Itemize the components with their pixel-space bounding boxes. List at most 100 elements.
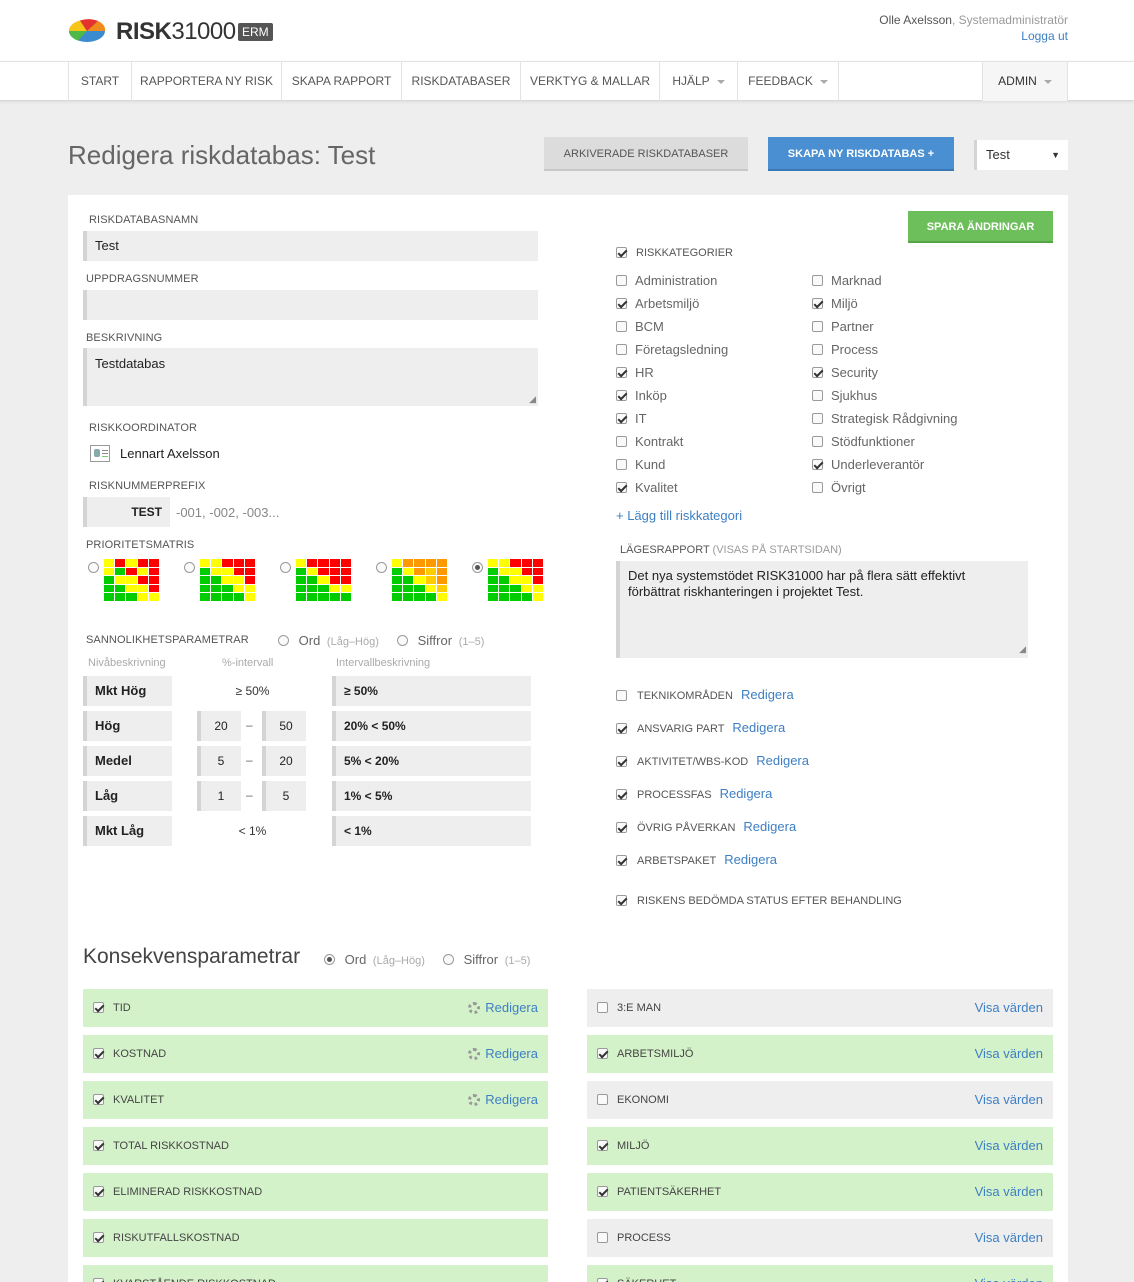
logout-link[interactable]: Logga ut bbox=[1021, 29, 1068, 43]
edit-link[interactable]: Redigera bbox=[724, 852, 777, 867]
category-bcm[interactable]: BCM bbox=[616, 319, 664, 334]
option-5[interactable]: ÖVRIG PÅVERKAN Redigera bbox=[616, 819, 796, 834]
database-select[interactable]: Test ▼ bbox=[974, 140, 1068, 170]
consequence-right-3[interactable]: EKONOMI Visa värden bbox=[587, 1081, 1053, 1119]
option-6[interactable]: ARBETSPAKET Redigera bbox=[616, 852, 777, 867]
nav-admin[interactable]: ADMIN bbox=[982, 62, 1068, 101]
priority-matrix-1[interactable] bbox=[104, 559, 159, 601]
edit-link[interactable]: Redigera bbox=[468, 989, 538, 1027]
category-kund[interactable]: Kund bbox=[616, 457, 665, 472]
probability-level-3[interactable]: Medel bbox=[83, 746, 172, 776]
consequence-left-5[interactable]: ELIMINERAD RISKKOSTNAD bbox=[83, 1173, 548, 1211]
logo[interactable]: RISK31000 ERM bbox=[68, 17, 278, 45]
show-values-link[interactable]: Visa värden bbox=[975, 1035, 1043, 1073]
category-företagsledning[interactable]: Företagsledning bbox=[616, 342, 728, 357]
category-arbetsmiljö[interactable]: Arbetsmiljö bbox=[616, 296, 699, 311]
priority-matrix-3[interactable] bbox=[296, 559, 351, 601]
option-7[interactable]: RISKENS BEDÖMDA STATUS EFTER BEHANDLING bbox=[616, 894, 902, 907]
show-values-link[interactable]: Visa värden bbox=[975, 1173, 1043, 1211]
matrix-radio-4[interactable] bbox=[376, 562, 387, 573]
consequence-numbers-option[interactable]: Siffror (1–5) bbox=[443, 952, 530, 967]
matrix-radio-5[interactable] bbox=[472, 562, 483, 573]
category-underleverantör[interactable]: Underleverantör bbox=[812, 457, 924, 472]
consequence-right-1[interactable]: 3:E MAN Visa värden bbox=[587, 989, 1053, 1027]
probability-to-input[interactable]: 20 bbox=[262, 746, 306, 776]
category-security[interactable]: Security bbox=[812, 365, 878, 380]
category-miljö[interactable]: Miljö bbox=[812, 296, 858, 311]
probability-interval-input[interactable]: 20% < 50% bbox=[332, 711, 531, 741]
matrix-radio-1[interactable] bbox=[88, 562, 99, 573]
edit-link[interactable]: Redigera bbox=[756, 753, 809, 768]
category-stödfunktioner[interactable]: Stödfunktioner bbox=[812, 434, 915, 449]
consequence-left-6[interactable]: RISKUTFALLSKOSTNAD bbox=[83, 1219, 548, 1257]
nav-risk-databases[interactable]: RISKDATABASER bbox=[402, 62, 521, 101]
matrix-radio-3[interactable] bbox=[280, 562, 291, 573]
option-1[interactable]: TEKNIKOMRÅDEN Redigera bbox=[616, 687, 794, 702]
nav-report-risk[interactable]: RAPPORTERA NY RISK bbox=[132, 62, 282, 101]
category-it[interactable]: IT bbox=[616, 411, 647, 426]
show-values-link[interactable]: Visa värden bbox=[975, 1219, 1043, 1257]
show-values-link[interactable]: Visa värden bbox=[975, 1127, 1043, 1165]
option-4[interactable]: PROCESSFAS Redigera bbox=[616, 786, 772, 801]
probability-from-input[interactable]: 5 bbox=[197, 746, 241, 776]
edit-link[interactable]: Redigera bbox=[468, 1035, 538, 1073]
nav-feedback[interactable]: FEEDBACK bbox=[738, 62, 839, 101]
consequence-words-option[interactable]: Ord (Låg–Hög) bbox=[324, 952, 425, 967]
matrix-radio-2[interactable] bbox=[184, 562, 195, 573]
probability-level-2[interactable]: Hög bbox=[83, 711, 172, 741]
probability-level-4[interactable]: Låg bbox=[83, 781, 172, 811]
category-strategisk-rådgivning[interactable]: Strategisk Rådgivning bbox=[812, 411, 957, 426]
edit-link[interactable]: Redigera bbox=[732, 720, 785, 735]
category-sjukhus[interactable]: Sjukhus bbox=[812, 388, 877, 403]
risk-coordinator-value[interactable]: Lennart Axelsson bbox=[120, 446, 220, 461]
probability-interval-input[interactable]: < 1% bbox=[332, 816, 531, 846]
nav-tools-templates[interactable]: VERKTYG & MALLAR bbox=[521, 62, 660, 101]
assignment-number-input[interactable] bbox=[83, 290, 538, 320]
database-name-input[interactable]: Test bbox=[83, 231, 538, 261]
archived-databases-button[interactable]: ARKIVERADE RISKDATABASER bbox=[544, 137, 748, 171]
probability-words-option[interactable]: Ord (Låg–Hög) bbox=[278, 633, 379, 648]
consequence-left-4[interactable]: TOTAL RISKKOSTNAD bbox=[83, 1127, 548, 1165]
edit-link[interactable]: Redigera bbox=[743, 819, 796, 834]
description-textarea[interactable]: Testdatabas ◢ bbox=[83, 348, 538, 406]
show-values-link[interactable]: Visa värden bbox=[975, 1265, 1043, 1282]
probability-interval-input[interactable]: 1% < 5% bbox=[332, 781, 531, 811]
category-marknad[interactable]: Marknad bbox=[812, 273, 882, 288]
option-3[interactable]: AKTIVITET/WBS-KOD Redigera bbox=[616, 753, 809, 768]
probability-numbers-option[interactable]: Siffror (1–5) bbox=[397, 633, 484, 648]
consequence-right-2[interactable]: ARBETSMILJÖ Visa värden bbox=[587, 1035, 1053, 1073]
consequence-left-2[interactable]: KOSTNAD Redigera bbox=[83, 1035, 548, 1073]
probability-level-5[interactable]: Mkt Låg bbox=[83, 816, 172, 846]
consequence-right-4[interactable]: MILJÖ Visa värden bbox=[587, 1127, 1053, 1165]
consequence-left-1[interactable]: TID Redigera bbox=[83, 989, 548, 1027]
consequence-right-5[interactable]: PATIENTSÄKERHET Visa värden bbox=[587, 1173, 1053, 1211]
nav-help[interactable]: HJÄLP bbox=[660, 62, 738, 101]
probability-to-input[interactable]: 50 bbox=[262, 711, 306, 741]
nav-start[interactable]: START bbox=[68, 62, 132, 101]
probability-from-input[interactable]: 1 bbox=[197, 781, 241, 811]
add-risk-category-link[interactable]: + Lägg till riskkategori bbox=[616, 508, 742, 523]
edit-link[interactable]: Redigera bbox=[468, 1081, 538, 1119]
category-process[interactable]: Process bbox=[812, 342, 878, 357]
probability-from-input[interactable]: 20 bbox=[197, 711, 241, 741]
show-values-link[interactable]: Visa värden bbox=[975, 1081, 1043, 1119]
risk-categories-header[interactable]: RISKKATEGORIER bbox=[616, 246, 733, 259]
option-2[interactable]: ANSVARIG PART Redigera bbox=[616, 720, 785, 735]
category-inköp[interactable]: Inköp bbox=[616, 388, 667, 403]
priority-matrix-2[interactable] bbox=[200, 559, 255, 601]
probability-interval-input[interactable]: ≥ 50% bbox=[332, 676, 531, 706]
nav-create-report[interactable]: SKAPA RAPPORT bbox=[282, 62, 402, 101]
category-hr[interactable]: HR bbox=[616, 365, 654, 380]
edit-link[interactable]: Redigera bbox=[741, 687, 794, 702]
category-kontrakt[interactable]: Kontrakt bbox=[616, 434, 683, 449]
consequence-right-7[interactable]: SÄKERHET Visa värden bbox=[587, 1265, 1053, 1282]
save-changes-button[interactable]: SPARA ÄNDRINGAR bbox=[908, 211, 1053, 243]
create-database-button[interactable]: SKAPA NY RISKDATABAS + bbox=[768, 137, 954, 171]
category-administration[interactable]: Administration bbox=[616, 273, 717, 288]
priority-matrix-5[interactable] bbox=[488, 559, 543, 601]
status-report-textarea[interactable]: Det nya systemstödet RISK31000 har på fl… bbox=[616, 561, 1028, 658]
category-kvalitet[interactable]: Kvalitet bbox=[616, 480, 678, 495]
probability-level-1[interactable]: Mkt Hög bbox=[83, 676, 172, 706]
consequence-left-7[interactable]: KVARSTÅENDE RISKKOSTNAD bbox=[83, 1265, 548, 1282]
priority-matrix-4[interactable] bbox=[392, 559, 447, 601]
